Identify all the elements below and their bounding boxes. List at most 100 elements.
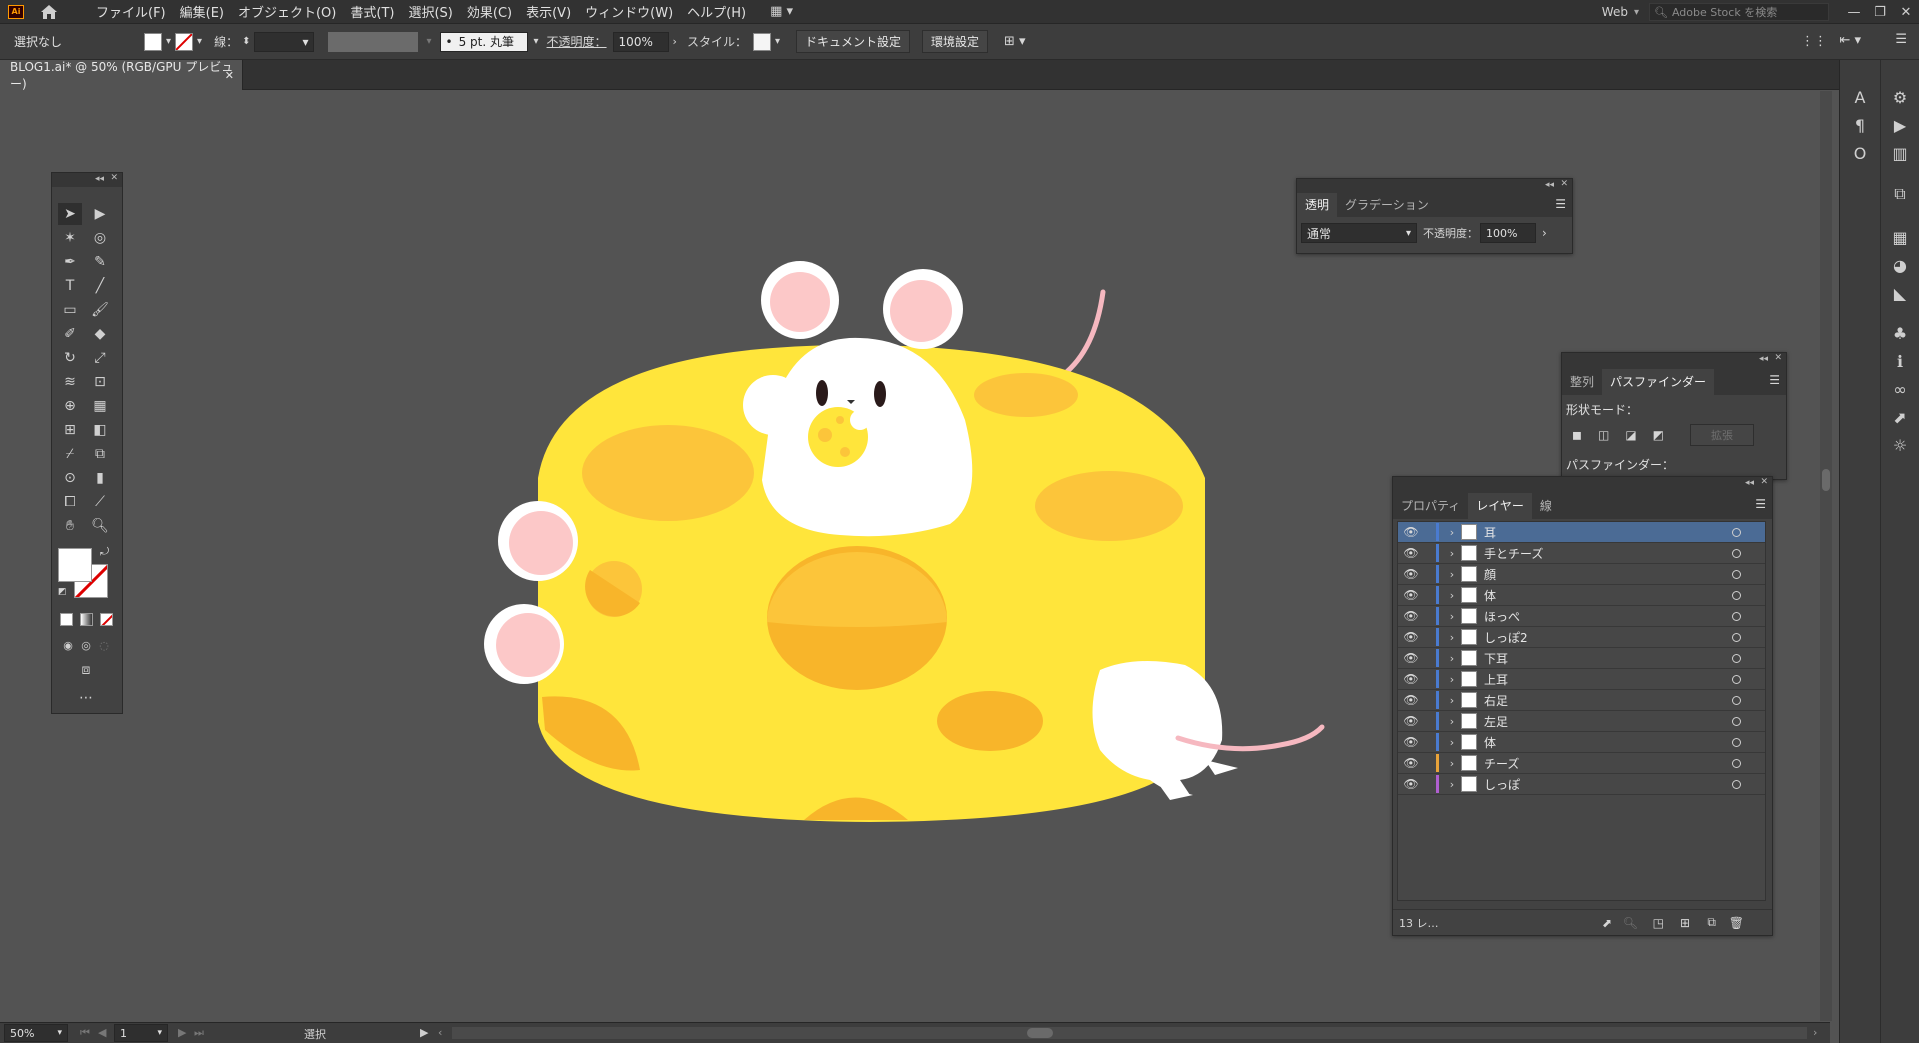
layer-target-icon[interactable] — [1732, 590, 1741, 600]
panel-menu-icon[interactable]: ☰ — [1555, 197, 1566, 211]
scroll-left-icon[interactable]: ‹ — [438, 1026, 442, 1039]
scroll-right-icon[interactable]: › — [1813, 1026, 1817, 1039]
scale-tool-icon[interactable]: ⤢ — [88, 347, 112, 369]
chevron-right-icon[interactable]: › — [1443, 589, 1461, 602]
screen-mode-icon[interactable]: ⧈ — [74, 659, 98, 681]
layer-row[interactable]: 👁︎ › 耳 — [1398, 522, 1765, 543]
stock-search-input[interactable]: 🔍︎ Adobe Stock を検索 — [1649, 3, 1829, 21]
chevron-down-icon[interactable]: ▾ — [166, 36, 171, 47]
document-tab[interactable]: BLOG1.ai* @ 50% (RGB/GPU プレビュー) ✕ — [0, 60, 243, 91]
chevron-down-icon[interactable]: ▾ — [197, 36, 202, 47]
eye-icon[interactable]: 👁︎ — [1398, 735, 1424, 749]
menu-edit[interactable]: 編集(E) — [180, 2, 224, 21]
mesh-tool-icon[interactable]: ⊞ — [58, 419, 82, 441]
menu-effect[interactable]: 効果(C) — [467, 2, 512, 21]
stroke-weight-field[interactable]: ▾ — [254, 31, 315, 52]
layer-target-icon[interactable] — [1732, 779, 1741, 789]
chevron-right-icon[interactable]: › — [1443, 778, 1461, 791]
chevron-right-icon[interactable]: › — [1443, 547, 1461, 560]
create-sublayer-icon[interactable]: ⊞ — [1680, 916, 1690, 930]
tab-transparency[interactable]: 透明 — [1297, 193, 1338, 217]
eye-icon[interactable]: 👁︎ — [1398, 651, 1424, 665]
menu-view[interactable]: 表示(V) — [526, 2, 571, 21]
chevron-down-icon[interactable]: ▾ — [426, 36, 431, 47]
tab-pathfinder[interactable]: パスファインダー — [1602, 369, 1715, 395]
swap-fill-stroke-icon[interactable]: ⤾ — [100, 545, 109, 559]
menu-help[interactable]: ヘルプ(H) — [687, 2, 746, 21]
layer-name[interactable]: 顔 — [1484, 566, 1496, 583]
default-colors-icon[interactable]: ◩ — [58, 587, 67, 597]
layer-name[interactable]: チーズ — [1484, 755, 1519, 772]
scrollbar-thumb[interactable] — [1822, 469, 1830, 491]
layer-target-icon[interactable] — [1732, 527, 1741, 537]
tab-layers[interactable]: レイヤー — [1468, 493, 1532, 519]
chevron-down-icon[interactable]: ▾ — [1634, 7, 1639, 18]
fill-color-swatch[interactable] — [58, 548, 92, 582]
pen-tool-icon[interactable]: ✒ — [58, 251, 82, 273]
graph-tool-icon[interactable]: ▮ — [88, 467, 112, 489]
chevron-right-icon[interactable]: › — [1443, 631, 1461, 644]
layer-row[interactable]: 👁︎ › 体 — [1398, 585, 1765, 606]
chevron-right-icon[interactable]: › — [1443, 568, 1461, 581]
menu-select[interactable]: 選択(S) — [408, 2, 452, 21]
layer-target-icon[interactable] — [1732, 716, 1741, 726]
chevron-right-icon[interactable]: › — [1443, 757, 1461, 770]
intersect-icon[interactable]: ◪ — [1625, 428, 1636, 442]
layer-target-icon[interactable] — [1732, 611, 1741, 621]
eye-icon[interactable]: 👁︎ — [1398, 567, 1424, 581]
create-new-layer-icon[interactable]: ⧉ — [1707, 915, 1716, 930]
menu-file[interactable]: ファイル(F) — [96, 2, 166, 21]
layer-name[interactable]: 左足 — [1484, 713, 1508, 730]
status-menu-icon[interactable]: ▶ — [420, 1026, 428, 1039]
tab-properties[interactable]: プロパティ — [1393, 493, 1468, 519]
panel-menu-icon[interactable]: ☰ — [1769, 373, 1780, 387]
locate-object-icon[interactable]: 🔍︎ — [1623, 916, 1638, 930]
panel-header[interactable]: ◂◂ ✕ — [1393, 477, 1772, 491]
magic-wand-tool-icon[interactable]: ✶ — [58, 227, 82, 249]
opacity-field[interactable]: 100% — [612, 31, 669, 52]
expand-button[interactable]: 拡張 — [1690, 424, 1754, 446]
layer-name[interactable]: しっぽ — [1484, 776, 1520, 793]
zoom-select[interactable]: 50% ▾ — [4, 1024, 68, 1042]
chevron-down-icon[interactable]: ▾ — [534, 36, 539, 47]
layer-row[interactable]: 👁︎ › 体 — [1398, 732, 1765, 753]
first-artboard-icon[interactable]: ⏮ — [80, 1026, 90, 1040]
layer-target-icon[interactable] — [1732, 674, 1741, 684]
layer-name[interactable]: 右足 — [1484, 692, 1508, 709]
chevron-right-icon[interactable]: › — [1443, 673, 1461, 686]
shape-builder-tool-icon[interactable]: ⊕ — [58, 395, 82, 417]
eye-icon[interactable]: 👁︎ — [1398, 756, 1424, 770]
links-icon[interactable]: ∞ — [1890, 380, 1910, 400]
artboard-number-field[interactable]: 1 ▾ — [114, 1024, 168, 1042]
perspective-grid-tool-icon[interactable]: ▦ — [88, 395, 112, 417]
hand-tool-icon[interactable]: ✋︎ — [58, 515, 82, 537]
blend-tool-icon[interactable]: ⧉ — [88, 443, 112, 465]
prev-artboard-icon[interactable]: ◀ — [98, 1026, 106, 1039]
layer-row[interactable]: 👁︎ › 手とチーズ — [1398, 543, 1765, 564]
warp-tool-icon[interactable]: ≋ — [58, 371, 82, 393]
edit-toolbar-icon[interactable]: ⋯ — [74, 687, 98, 709]
panel-options-icon[interactable]: ⋮⋮ — [1801, 34, 1827, 49]
appearance-icon[interactable]: ☼ — [1890, 436, 1910, 456]
collect-export-icon[interactable]: ⬈ — [1602, 916, 1612, 930]
menu-window[interactable]: ウィンドウ(W) — [585, 2, 673, 21]
menu-object[interactable]: オブジェクト(O) — [238, 2, 336, 21]
symbols-icon[interactable]: ♣ — [1890, 324, 1910, 344]
workspace-switcher[interactable]: Web — [1602, 5, 1628, 19]
arrange-icon[interactable]: ⇤ ▾ — [1839, 33, 1861, 48]
artboard-tool-icon[interactable]: ⧠ — [58, 491, 82, 513]
free-transform-tool-icon[interactable]: ⊡ — [88, 371, 112, 393]
blend-mode-select[interactable]: 通常 ▾ — [1301, 223, 1417, 243]
swatches-icon[interactable]: ▦ — [1890, 228, 1910, 248]
menu-icon[interactable]: ☰ — [1895, 32, 1907, 47]
layer-target-icon[interactable] — [1732, 548, 1741, 558]
layer-name[interactable]: 体 — [1484, 734, 1496, 751]
layer-row[interactable]: 👁︎ › 左足 — [1398, 711, 1765, 732]
gradient-tool-icon[interactable]: ◧ — [88, 419, 112, 441]
paintbrush-tool-icon[interactable]: 🖌︎ — [88, 299, 112, 321]
stroke-swatch[interactable] — [175, 32, 194, 51]
chevron-right-icon[interactable]: › — [1443, 526, 1461, 539]
preferences-button[interactable]: 環境設定 — [922, 30, 989, 53]
chevron-right-icon[interactable]: › — [673, 35, 677, 48]
layer-row[interactable]: 👁︎ › ほっぺ — [1398, 606, 1765, 627]
